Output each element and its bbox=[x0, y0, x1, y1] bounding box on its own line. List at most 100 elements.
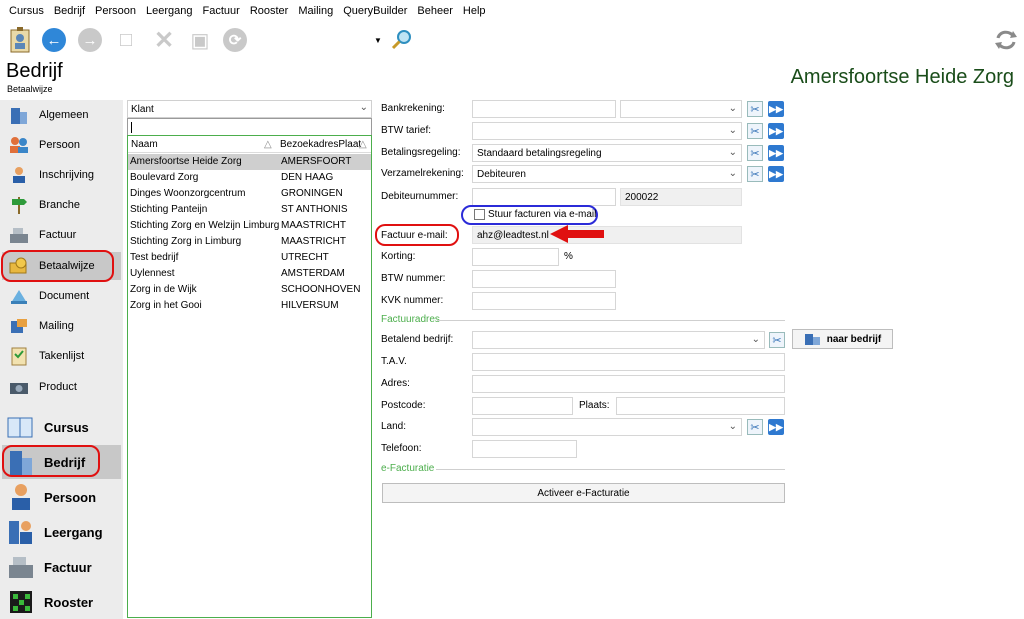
building-icon bbox=[804, 334, 820, 345]
menu-querybuilder[interactable]: QueryBuilder bbox=[338, 0, 412, 22]
sidebar-item-document[interactable]: Document bbox=[2, 282, 121, 310]
menu-bar: Cursus Bedrijf Persoon Leergang Factuur Roost… bbox=[0, 0, 1024, 22]
menu-persoon[interactable]: Persoon bbox=[90, 0, 141, 22]
korting-field[interactable] bbox=[472, 248, 559, 266]
betalingsregeling-dropdown[interactable]: Standaard betalingsregeling ⌄ bbox=[472, 144, 742, 162]
list-item-plaats: AMSTERDAM bbox=[281, 268, 345, 279]
sidebar-item-factuur[interactable]: Factuur bbox=[2, 221, 121, 249]
forward-button[interactable]: → bbox=[76, 26, 104, 54]
module-factuur[interactable]: Factuur bbox=[2, 550, 121, 584]
sidebar-item-branche[interactable]: Branche bbox=[2, 191, 121, 219]
scissors-icon[interactable]: ✂ bbox=[769, 332, 785, 348]
scissors-icon[interactable]: ✂ bbox=[747, 419, 763, 435]
module-cursus[interactable]: Cursus bbox=[2, 410, 121, 444]
kvk-nummer-field[interactable] bbox=[472, 292, 616, 310]
scissors-icon[interactable]: ✂ bbox=[747, 101, 763, 117]
sidebar-item-takenlijst[interactable]: Takenlijst bbox=[2, 342, 121, 370]
list-item-naam: Boulevard Zorg bbox=[130, 172, 199, 183]
search-dropdown-icon[interactable]: ▼ bbox=[372, 26, 384, 54]
label-telefoon: Telefoon: bbox=[381, 443, 422, 454]
list-item[interactable]: Uylennest AMSTERDAM bbox=[128, 266, 371, 282]
percent-unit: % bbox=[564, 251, 573, 262]
land-dropdown[interactable]: ⌄ bbox=[472, 418, 742, 436]
scissors-icon[interactable]: ✂ bbox=[747, 166, 763, 182]
list-item[interactable]: Zorg in het Gooi HILVERSUM bbox=[128, 298, 371, 314]
sidebar-item-product[interactable]: Product bbox=[2, 373, 121, 401]
list-item-naam: Stichting Panteijn bbox=[130, 204, 208, 215]
verzamelrekening-dropdown[interactable]: Debiteuren ⌄ bbox=[472, 165, 742, 183]
menu-mailing[interactable]: Mailing bbox=[293, 0, 338, 22]
menu-leergang[interactable]: Leergang bbox=[141, 0, 198, 22]
list-item[interactable]: Amersfoortse Heide Zorg AMERSFOORT bbox=[128, 154, 371, 170]
bankrekening-dropdown[interactable]: ⌄ bbox=[620, 100, 742, 118]
list-item[interactable]: Stichting Zorg en Welzijn Limburg MAASTRI… bbox=[128, 218, 371, 234]
postcode-field[interactable] bbox=[472, 397, 573, 415]
sync-icon[interactable] bbox=[992, 26, 1020, 54]
fast-forward-icon[interactable]: ▶▶ bbox=[768, 166, 784, 182]
naar-bedrijf-button[interactable]: naar bedrijf bbox=[792, 329, 893, 349]
factuur-email-field[interactable]: ahz@leadtest.nl bbox=[472, 226, 742, 244]
sort-icon[interactable]: △ bbox=[359, 139, 367, 150]
person-icon bbox=[7, 483, 35, 511]
plaats-field[interactable] bbox=[616, 397, 785, 415]
menu-rooster[interactable]: Rooster bbox=[245, 0, 294, 22]
module-rooster[interactable]: Rooster bbox=[2, 585, 121, 619]
list-item[interactable]: Stichting Zorg in Limburg MAASTRICHT bbox=[128, 234, 371, 250]
fast-forward-icon[interactable]: ▶▶ bbox=[768, 101, 784, 117]
sort-icon[interactable]: △ bbox=[264, 139, 272, 150]
activeer-efacturatie-button[interactable]: Activeer e-Facturatie bbox=[382, 483, 785, 503]
menu-factuur[interactable]: Factuur bbox=[198, 0, 245, 22]
filter-dropdown[interactable]: Klant ⌄ bbox=[127, 100, 372, 118]
list-item[interactable]: Boulevard Zorg DEN HAAG bbox=[128, 170, 371, 186]
telefoon-field[interactable] bbox=[472, 440, 577, 458]
adres-field[interactable] bbox=[472, 375, 785, 393]
sidebar-item-inschrijving[interactable]: Inschrijving bbox=[2, 161, 121, 189]
bankrekening-field[interactable] bbox=[472, 100, 616, 118]
column-plaats[interactable]: BezoekadresPlaat bbox=[280, 139, 361, 150]
delete-icon[interactable]: ✕ bbox=[150, 26, 178, 54]
search-icon[interactable] bbox=[388, 26, 416, 54]
column-naam[interactable]: Naam bbox=[131, 139, 158, 150]
user-card-icon[interactable] bbox=[6, 26, 34, 54]
label-bankrekening: Bankrekening: bbox=[381, 103, 445, 114]
sidebar: Algemeen Persoon Inschrijving Branche Fa… bbox=[0, 100, 123, 619]
menu-beheer[interactable]: Beheer bbox=[412, 0, 457, 22]
back-button[interactable]: ← bbox=[40, 26, 68, 54]
fast-forward-icon[interactable]: ▶▶ bbox=[768, 419, 784, 435]
fast-forward-icon[interactable]: ▶▶ bbox=[768, 123, 784, 139]
scissors-icon[interactable]: ✂ bbox=[747, 145, 763, 161]
debiteurnummer-field[interactable] bbox=[472, 188, 616, 206]
list-item[interactable]: Zorg in de Wijk SCHOONHOVEN bbox=[128, 282, 371, 298]
chevron-down-icon: ⌄ bbox=[728, 147, 737, 158]
chevron-down-icon: ⌄ bbox=[751, 334, 760, 345]
checkbox-box[interactable] bbox=[474, 209, 485, 220]
list-item[interactable]: Dinges Woonzorgcentrum GRONINGEN bbox=[128, 186, 371, 202]
sidebar-item-persoon[interactable]: Persoon bbox=[2, 131, 121, 159]
chevron-down-icon: ⌄ bbox=[728, 168, 737, 179]
tav-field[interactable] bbox=[472, 353, 785, 371]
refresh-button[interactable]: ⟳ bbox=[221, 26, 249, 54]
list-item[interactable]: Stichting Panteijn ST ANTHONIS bbox=[128, 202, 371, 218]
stuur-facturen-checkbox[interactable]: Stuur facturen via e-mail bbox=[474, 209, 596, 220]
new-document-icon[interactable]: □ bbox=[112, 26, 140, 54]
menu-help[interactable]: Help bbox=[458, 0, 491, 22]
menu-cursus[interactable]: Cursus bbox=[4, 0, 49, 22]
btw-nummer-field[interactable] bbox=[472, 270, 616, 288]
sidebar-item-mailing[interactable]: Mailing bbox=[2, 312, 121, 340]
scissors-icon[interactable]: ✂ bbox=[747, 123, 763, 139]
signpost-icon bbox=[8, 194, 30, 216]
betalend-bedrijf-dropdown[interactable]: ⌄ bbox=[472, 331, 765, 349]
list-item-naam: Dinges Woonzorgcentrum bbox=[130, 188, 246, 199]
btw-tarief-dropdown[interactable]: ⌄ bbox=[472, 122, 742, 140]
fast-forward-icon[interactable]: ▶▶ bbox=[768, 145, 784, 161]
label-verzamelrekening: Verzamelrekening: bbox=[381, 168, 464, 179]
save-icon[interactable]: ▣ bbox=[186, 26, 214, 54]
label-debiteurnummer: Debiteurnummer: bbox=[381, 191, 459, 202]
module-persoon[interactable]: Persoon bbox=[2, 480, 121, 514]
module-leergang[interactable]: Leergang bbox=[2, 515, 121, 549]
sidebar-item-algemeen[interactable]: Algemeen bbox=[2, 101, 121, 129]
search-input[interactable] bbox=[127, 118, 372, 136]
people-icon bbox=[8, 134, 30, 156]
list-item[interactable]: Test bedrijf UTRECHT bbox=[128, 250, 371, 266]
menu-bedrijf[interactable]: Bedrijf bbox=[49, 0, 90, 22]
